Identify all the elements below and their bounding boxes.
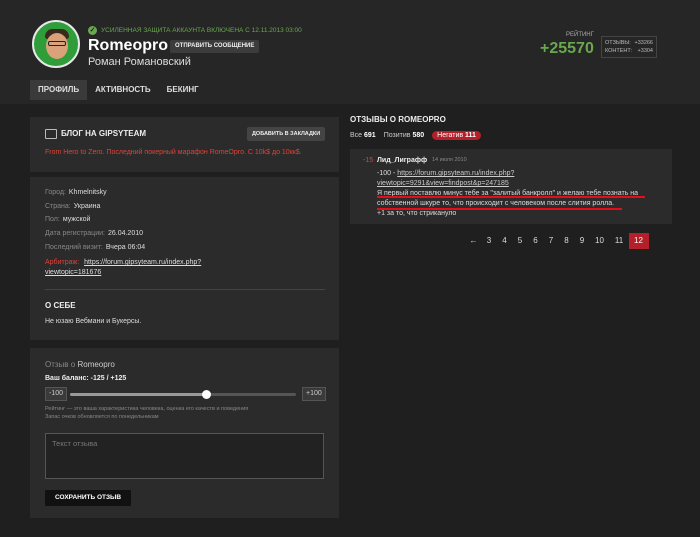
city-label: Город: — [45, 189, 66, 196]
nickname: Romeopro — [88, 37, 168, 54]
review-link-cont[interactable]: viewtopic=9291&view=findpost&p=247185 — [377, 180, 509, 187]
rating-value: +25570 — [540, 40, 594, 57]
content-rating-label: КОНТЕНТ: — [605, 48, 633, 54]
review-filters: Все 691 Позитив 580 Негатив 111 — [350, 131, 481, 140]
country-value: Украина — [73, 203, 101, 210]
blog-title: БЛОГ НА GIPSYTEAM — [61, 129, 147, 138]
review-text-input[interactable]: Текст отзыва — [45, 433, 324, 479]
page-9[interactable]: 9 — [574, 233, 590, 249]
backing-label: Арбитраж: — [45, 259, 80, 266]
check-icon: ✓ — [88, 26, 97, 35]
slider-handle[interactable] — [201, 390, 211, 399]
registration-label: Дата регистрации: — [45, 230, 105, 237]
blog-panel: БЛОГ НА GIPSYTEAM ДОБАВИТЬ В ЗАКЛАДКИ Fr… — [30, 117, 339, 172]
save-review-button[interactable]: СОХРАНИТЬ ОТЗЫВ — [45, 490, 132, 506]
filter-all-count: 691 — [364, 132, 376, 139]
rating-breakdown: ОТЗЫВЫ: +33266 КОНТЕНТ: +3304 — [601, 36, 657, 58]
filter-positive-label: Позитив — [383, 132, 411, 139]
about-text: Не юзаю Вебмани и Букерсы. — [45, 318, 142, 325]
page-5[interactable]: 5 — [512, 233, 528, 249]
blog-icon — [45, 129, 57, 139]
review-text: -100 - https://forum.gipsyteam.ru/index.… — [377, 169, 657, 219]
review-form-name: Romeopro — [77, 360, 115, 369]
review-item: -15 Лид_Лиграфф 14 июля 2010 -100 - http… — [350, 149, 672, 224]
reviews-rating-value: +33266 — [634, 40, 653, 46]
rating-label: РЕЙТИНГ — [566, 32, 594, 38]
rating-hint-line-1: Рейтинг — это ваша характеристика челове… — [45, 406, 249, 412]
blog-description-link[interactable]: From Hero to Zero. Последний покерный ма… — [45, 149, 302, 156]
review-date: 14 июля 2010 — [432, 157, 467, 163]
info-panel: Город: Khmelnitsky Страна: Украина Пол: муж… — [30, 177, 339, 340]
rating-hint: Рейтинг — это ваша характеристика челове… — [45, 405, 248, 421]
send-message-button[interactable]: ОТПРАВИТЬ СООБЩЕНИЕ — [170, 40, 260, 53]
review-form-prefix: Отзыв о — [45, 360, 76, 369]
city-row: Город: Khmelnitsky — [45, 189, 107, 196]
review-line-1: Я первый поставлю минус тебе за "залитый… — [377, 190, 639, 197]
highlight-underline-1 — [377, 196, 645, 198]
tab-backing[interactable]: БЕКИНГ — [159, 80, 207, 100]
profile-header: ✓ УСИЛЕННАЯ ЗАЩИТА АККАУНТА ВКЛЮЧЕНА С 1… — [0, 0, 700, 104]
avatar-glasses — [48, 41, 66, 46]
review-form-title: Отзыв о Romeopro — [45, 360, 115, 369]
review-prefix: -100 - — [377, 170, 396, 177]
rating-hint-line-2: Запас очков обновляется по понедельникам — [45, 414, 159, 420]
full-name: Роман Романовский — [88, 56, 191, 68]
divider — [45, 289, 325, 290]
add-bookmark-button[interactable]: ДОБАВИТЬ В ЗАКЛАДКИ — [247, 127, 326, 141]
country-label: Страна: — [45, 203, 71, 210]
page-8[interactable]: 8 — [559, 233, 575, 249]
page-3[interactable]: 3 — [481, 233, 497, 249]
registration-value: 26.04.2010 — [107, 230, 144, 237]
review-link[interactable]: https://forum.gipsyteam.ru/index.php? — [397, 170, 514, 177]
last-visit-label: Последний визит: — [45, 244, 103, 251]
avatar-face — [46, 33, 68, 59]
city-value: Khmelnitsky — [68, 189, 107, 196]
profile-tabs: ПРОФИЛЬ АКТИВНОСТЬ БЕКИНГ — [30, 80, 207, 100]
last-visit-value: Вчера 06:04 — [105, 244, 146, 251]
filter-all[interactable]: Все 691 — [350, 132, 376, 139]
filter-negative-count: 111 — [465, 132, 476, 139]
page-10[interactable]: 10 — [590, 233, 610, 249]
filter-negative[interactable]: Негатив 111 — [432, 131, 481, 140]
filter-positive-count: 580 — [412, 132, 425, 139]
tab-activity[interactable]: АКТИВНОСТЬ — [87, 80, 159, 100]
min-value-box: -100 — [45, 387, 68, 401]
about-title: О СЕБЕ — [45, 301, 76, 310]
filter-positive[interactable]: Позитив 580 — [384, 132, 424, 139]
avatar[interactable] — [32, 20, 80, 68]
review-author[interactable]: Лид_Лиграфф — [377, 157, 427, 164]
backing-link[interactable]: https://forum.gipsyteam.ru/index.php? — [84, 259, 201, 266]
max-value-box: +100 — [302, 387, 326, 401]
tab-profile[interactable]: ПРОФИЛЬ — [30, 80, 88, 100]
gender-value: мужской — [62, 216, 91, 223]
page-4[interactable]: 4 — [497, 233, 513, 249]
slider-fill — [70, 393, 206, 396]
review-score: -15 — [363, 157, 374, 164]
page-12-current[interactable]: 12 — [628, 233, 649, 249]
registration-row: Дата регистрации: 26.04.2010 — [45, 230, 143, 237]
highlight-underline-2 — [377, 208, 622, 210]
last-visit-row: Последний визит: Вчера 06:04 — [45, 244, 145, 251]
backing-row: Арбитраж: https://forum.gipsyteam.ru/ind… — [45, 258, 201, 278]
review-form-panel: Отзыв о Romeopro Ваш баланс: -125 / +125… — [30, 348, 339, 518]
reviews-title: ОТЗЫВЫ О ROMEOPRO — [350, 115, 446, 124]
security-text: УСИЛЕННАЯ ЗАЩИТА АККАУНТА ВКЛЮЧЕНА С 12.… — [101, 27, 302, 34]
reviews-rating-label: ОТЗЫВЫ: — [605, 40, 631, 46]
page-6[interactable]: 6 — [528, 233, 544, 249]
pagination-prev[interactable]: ← — [466, 233, 482, 249]
filter-all-label: Все — [350, 132, 363, 139]
balance-text: Ваш баланс: -125 / +125 — [45, 375, 127, 382]
country-row: Страна: Украина — [45, 203, 100, 210]
security-notice: ✓ УСИЛЕННАЯ ЗАЩИТА АККАУНТА ВКЛЮЧЕНА С 1… — [88, 26, 302, 35]
page-7[interactable]: 7 — [543, 233, 559, 249]
filter-negative-label: Негатив — [437, 132, 464, 139]
pagination: ← 3 4 5 6 7 8 9 10 11 12 — [466, 233, 649, 249]
gender-label: Пол: — [45, 216, 60, 223]
rating-slider[interactable] — [70, 390, 296, 399]
gender-row: Пол: мужской — [45, 216, 90, 223]
content-rating-value: +3304 — [637, 48, 653, 54]
backing-link-cont[interactable]: viewtopic=181676 — [45, 269, 101, 276]
page-11[interactable]: 11 — [609, 233, 629, 249]
review-line-3: +1 за то, что стриканулo — [377, 210, 457, 217]
